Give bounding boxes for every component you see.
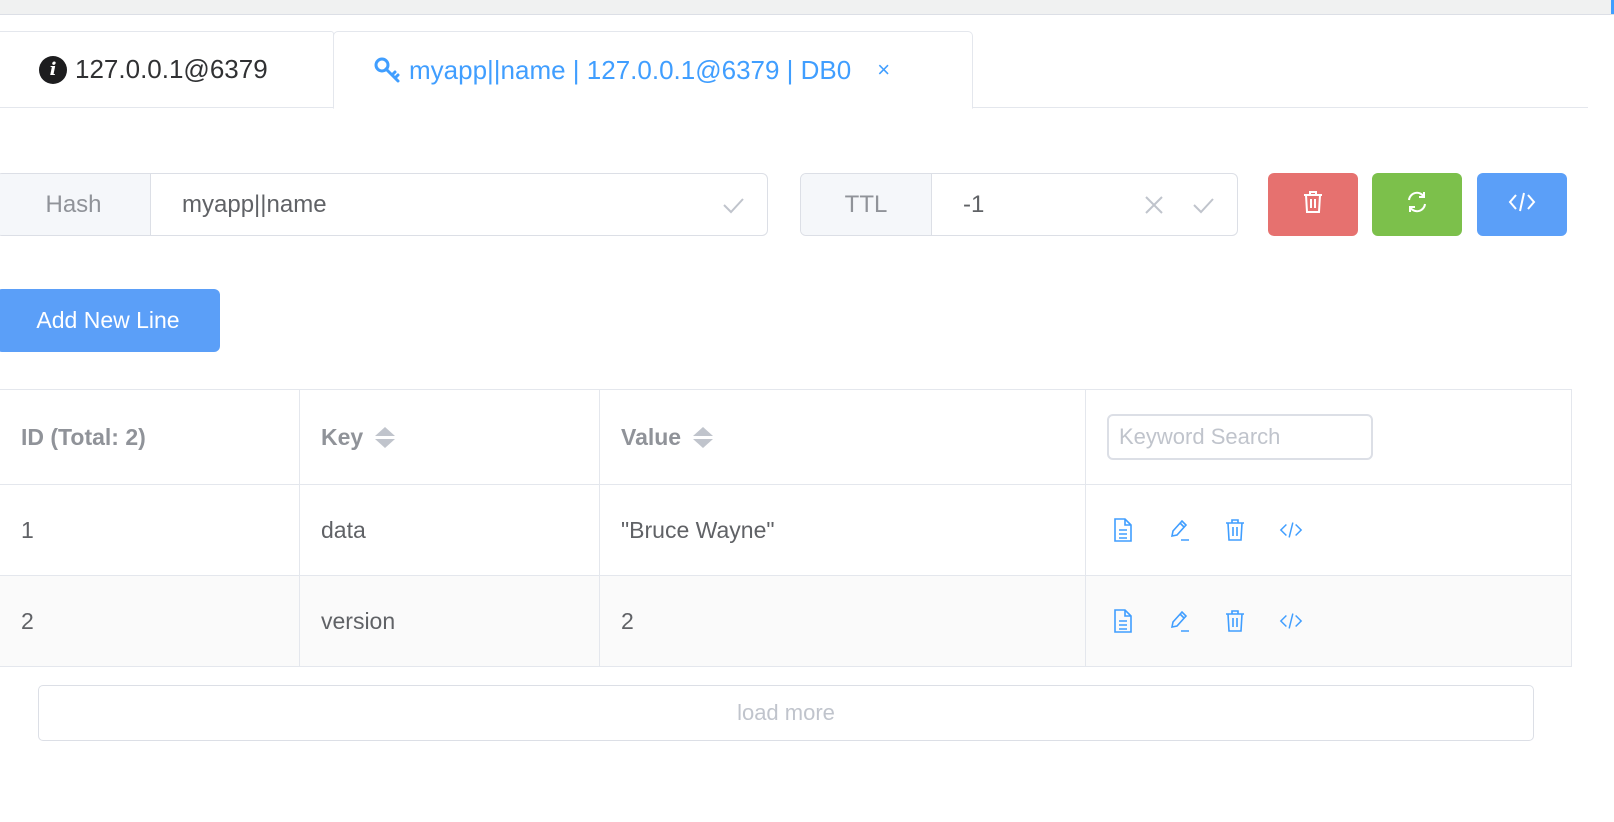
refresh-button[interactable] [1372, 173, 1462, 236]
row-key: data [300, 485, 600, 575]
table-row: 1 data "Bruce Wayne" [0, 485, 1571, 576]
table-header-row: ID (Total: 2) Key Value [0, 390, 1571, 485]
header-key[interactable]: Key [300, 390, 600, 484]
header-id: ID (Total: 2) [0, 390, 300, 484]
trash-icon[interactable] [1223, 517, 1247, 543]
sort-icon[interactable] [375, 426, 396, 448]
header-key-label: Key [321, 423, 364, 450]
key-type-label: Hash [0, 174, 151, 235]
hash-table: ID (Total: 2) Key Value 1 data "Bruce Wa… [0, 389, 1572, 667]
refresh-icon [1404, 189, 1430, 220]
sort-icon[interactable] [693, 426, 714, 448]
table-row: 2 version 2 [0, 576, 1571, 666]
check-icon[interactable] [721, 174, 767, 235]
keyword-search-input[interactable] [1107, 414, 1373, 460]
code-icon [1508, 190, 1536, 219]
key-icon [373, 56, 401, 84]
row-actions [1086, 485, 1571, 575]
edit-icon[interactable] [1167, 517, 1191, 543]
tab-key-detail[interactable]: myapp||name | 127.0.0.1@6379 | DB0 × [333, 31, 973, 109]
edit-icon[interactable] [1167, 608, 1191, 634]
row-value: "Bruce Wayne" [600, 485, 1086, 575]
header-id-label: ID (Total: 2) [21, 423, 146, 450]
code-icon[interactable] [1279, 517, 1303, 543]
ttl-label: TTL [801, 174, 932, 235]
load-more-button[interactable]: load more [38, 685, 1534, 741]
code-icon[interactable] [1279, 608, 1303, 634]
key-name-group: Hash myapp||name [0, 173, 768, 236]
tab-server-info[interactable]: i 127.0.0.1@6379 [0, 31, 334, 107]
add-new-line-button[interactable]: Add New Line [0, 289, 220, 352]
row-key: version [300, 576, 600, 666]
key-name-input[interactable]: myapp||name [151, 174, 721, 235]
check-icon[interactable] [1191, 174, 1237, 235]
clear-icon[interactable] [1143, 174, 1191, 235]
tab-server-info-label: 127.0.0.1@6379 [75, 54, 268, 84]
trash-icon [1301, 189, 1325, 220]
header-value[interactable]: Value [600, 390, 1086, 484]
header-value-label: Value [621, 423, 682, 450]
row-actions [1086, 576, 1571, 666]
header-search [1086, 390, 1571, 484]
window-top-bar [0, 0, 1614, 15]
document-icon[interactable] [1111, 608, 1135, 634]
tab-key-detail-label: myapp||name | 127.0.0.1@6379 | DB0 [409, 54, 852, 85]
row-id: 2 [0, 576, 300, 666]
delete-key-button[interactable] [1268, 173, 1358, 236]
dump-command-button[interactable] [1477, 173, 1567, 236]
row-value: 2 [600, 576, 1086, 666]
document-icon[interactable] [1111, 517, 1135, 543]
trash-icon[interactable] [1223, 608, 1247, 634]
ttl-input[interactable]: -1 [932, 174, 1143, 235]
row-id: 1 [0, 485, 300, 575]
info-icon: i [39, 55, 67, 84]
ttl-group: TTL -1 [800, 173, 1238, 236]
close-icon[interactable]: × [877, 57, 890, 83]
